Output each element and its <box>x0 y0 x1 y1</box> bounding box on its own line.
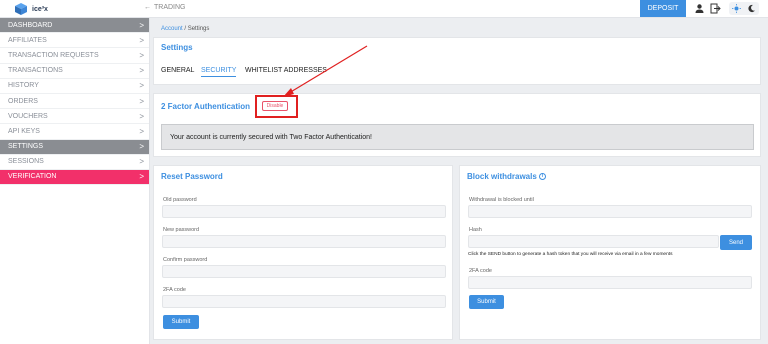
sidebar-item-transaction-requests[interactable]: TRANSACTION REQUESTS > <box>0 48 149 64</box>
sidebar-item-orders[interactable]: ORDERS > <box>0 94 149 110</box>
reset-password-card <box>153 165 453 340</box>
info-icon[interactable]: i <box>538 173 546 181</box>
top-bar: ice³x ← TRADING DEPOSIT <box>0 0 768 18</box>
hash-input[interactable] <box>468 235 719 248</box>
block-withdrawals-submit-button[interactable]: Submit <box>469 295 504 309</box>
old-password-input[interactable] <box>162 205 446 218</box>
chevron-right-icon: > <box>139 142 144 152</box>
logo-cube-icon <box>15 3 27 15</box>
moon-icon[interactable] <box>747 4 756 13</box>
chevron-right-icon: > <box>139 20 144 30</box>
new-password-input[interactable] <box>162 235 446 248</box>
sidebar-item-sessions[interactable]: SESSIONS > <box>0 155 149 170</box>
sidebar-item-transactions[interactable]: TRANSACTIONS > <box>0 64 149 79</box>
breadcrumb-separator: / <box>184 26 187 32</box>
chevron-right-icon: > <box>139 66 144 76</box>
block-2fa-code-input[interactable] <box>468 276 752 289</box>
breadcrumb-account[interactable]: Account <box>161 26 183 32</box>
trading-link[interactable]: ← TRADING <box>144 4 186 11</box>
sidebar: DASHBOARD > AFFILIATES > TRANSACTION REQUE… <box>0 18 150 344</box>
sidebar-item-vouchers[interactable]: VOUCHERS > <box>0 109 149 125</box>
twofa-status-alert: Your account is currently secured with T… <box>161 124 754 150</box>
sidebar-item-api-keys[interactable]: API KEYS > <box>0 124 149 140</box>
sun-icon[interactable] <box>732 4 741 13</box>
chevron-right-icon: > <box>139 172 144 182</box>
deposit-button[interactable]: DEPOSIT <box>640 0 686 17</box>
logo-text: ice³x <box>32 5 48 13</box>
user-icon[interactable] <box>694 3 705 14</box>
breadcrumb-settings: Settings <box>187 26 210 32</box>
hash-hint-text: Click the SEND button to generate a hash… <box>468 252 673 257</box>
settings-title: Settings <box>161 43 193 52</box>
twofa-title: 2 Factor Authentication <box>161 102 251 111</box>
chevron-right-icon: > <box>139 81 144 91</box>
blocked-until-input[interactable] <box>468 205 752 218</box>
tab-general[interactable]: GENERAL <box>161 67 194 74</box>
breadcrumb: Account / Settings <box>161 26 209 32</box>
logo[interactable]: ice³x <box>14 2 48 16</box>
block-2fa-code-label: 2FA code <box>469 268 492 274</box>
confirm-password-label: Confirm password <box>163 257 208 263</box>
logout-icon[interactable] <box>710 3 721 14</box>
tab-security[interactable]: SECURITY <box>201 67 236 74</box>
settings-card <box>153 37 761 85</box>
send-hash-button[interactable]: Send <box>720 235 752 250</box>
trading-label: TRADING <box>154 4 186 11</box>
chevron-right-icon: > <box>139 126 144 136</box>
chevron-right-icon: > <box>139 96 144 106</box>
chevron-right-icon: > <box>139 35 144 45</box>
sidebar-item-affiliates[interactable]: AFFILIATES > <box>0 33 149 49</box>
sidebar-item-history[interactable]: HISTORY > <box>0 79 149 94</box>
confirm-password-input[interactable] <box>162 265 446 278</box>
theme-toggle[interactable] <box>729 2 759 15</box>
new-password-label: New password <box>163 227 200 233</box>
block-withdrawals-title: Block withdrawals i <box>467 172 546 181</box>
annotation-arrow-icon <box>283 45 368 97</box>
active-tab-underline <box>201 76 236 77</box>
reset-password-submit-button[interactable]: Submit <box>163 315 199 329</box>
chevron-right-icon: > <box>139 157 144 167</box>
chevron-right-icon: > <box>139 50 144 60</box>
hash-label: Hash <box>469 227 482 233</box>
chevron-right-icon: > <box>139 111 144 121</box>
back-arrow-icon: ← <box>144 4 151 11</box>
old-password-label: Old password <box>163 197 197 203</box>
reset-2fa-code-input[interactable] <box>162 295 446 308</box>
sidebar-item-verification[interactable]: VERIFICATION > <box>0 169 149 186</box>
sidebar-item-dashboard[interactable]: DASHBOARD > <box>0 18 149 34</box>
blocked-until-label: Withdrawal is blocked until <box>469 197 534 203</box>
sidebar-item-settings[interactable]: SETTINGS > <box>0 139 149 155</box>
reset-2fa-code-label: 2FA code <box>163 287 186 293</box>
reset-password-title: Reset Password <box>161 172 223 181</box>
